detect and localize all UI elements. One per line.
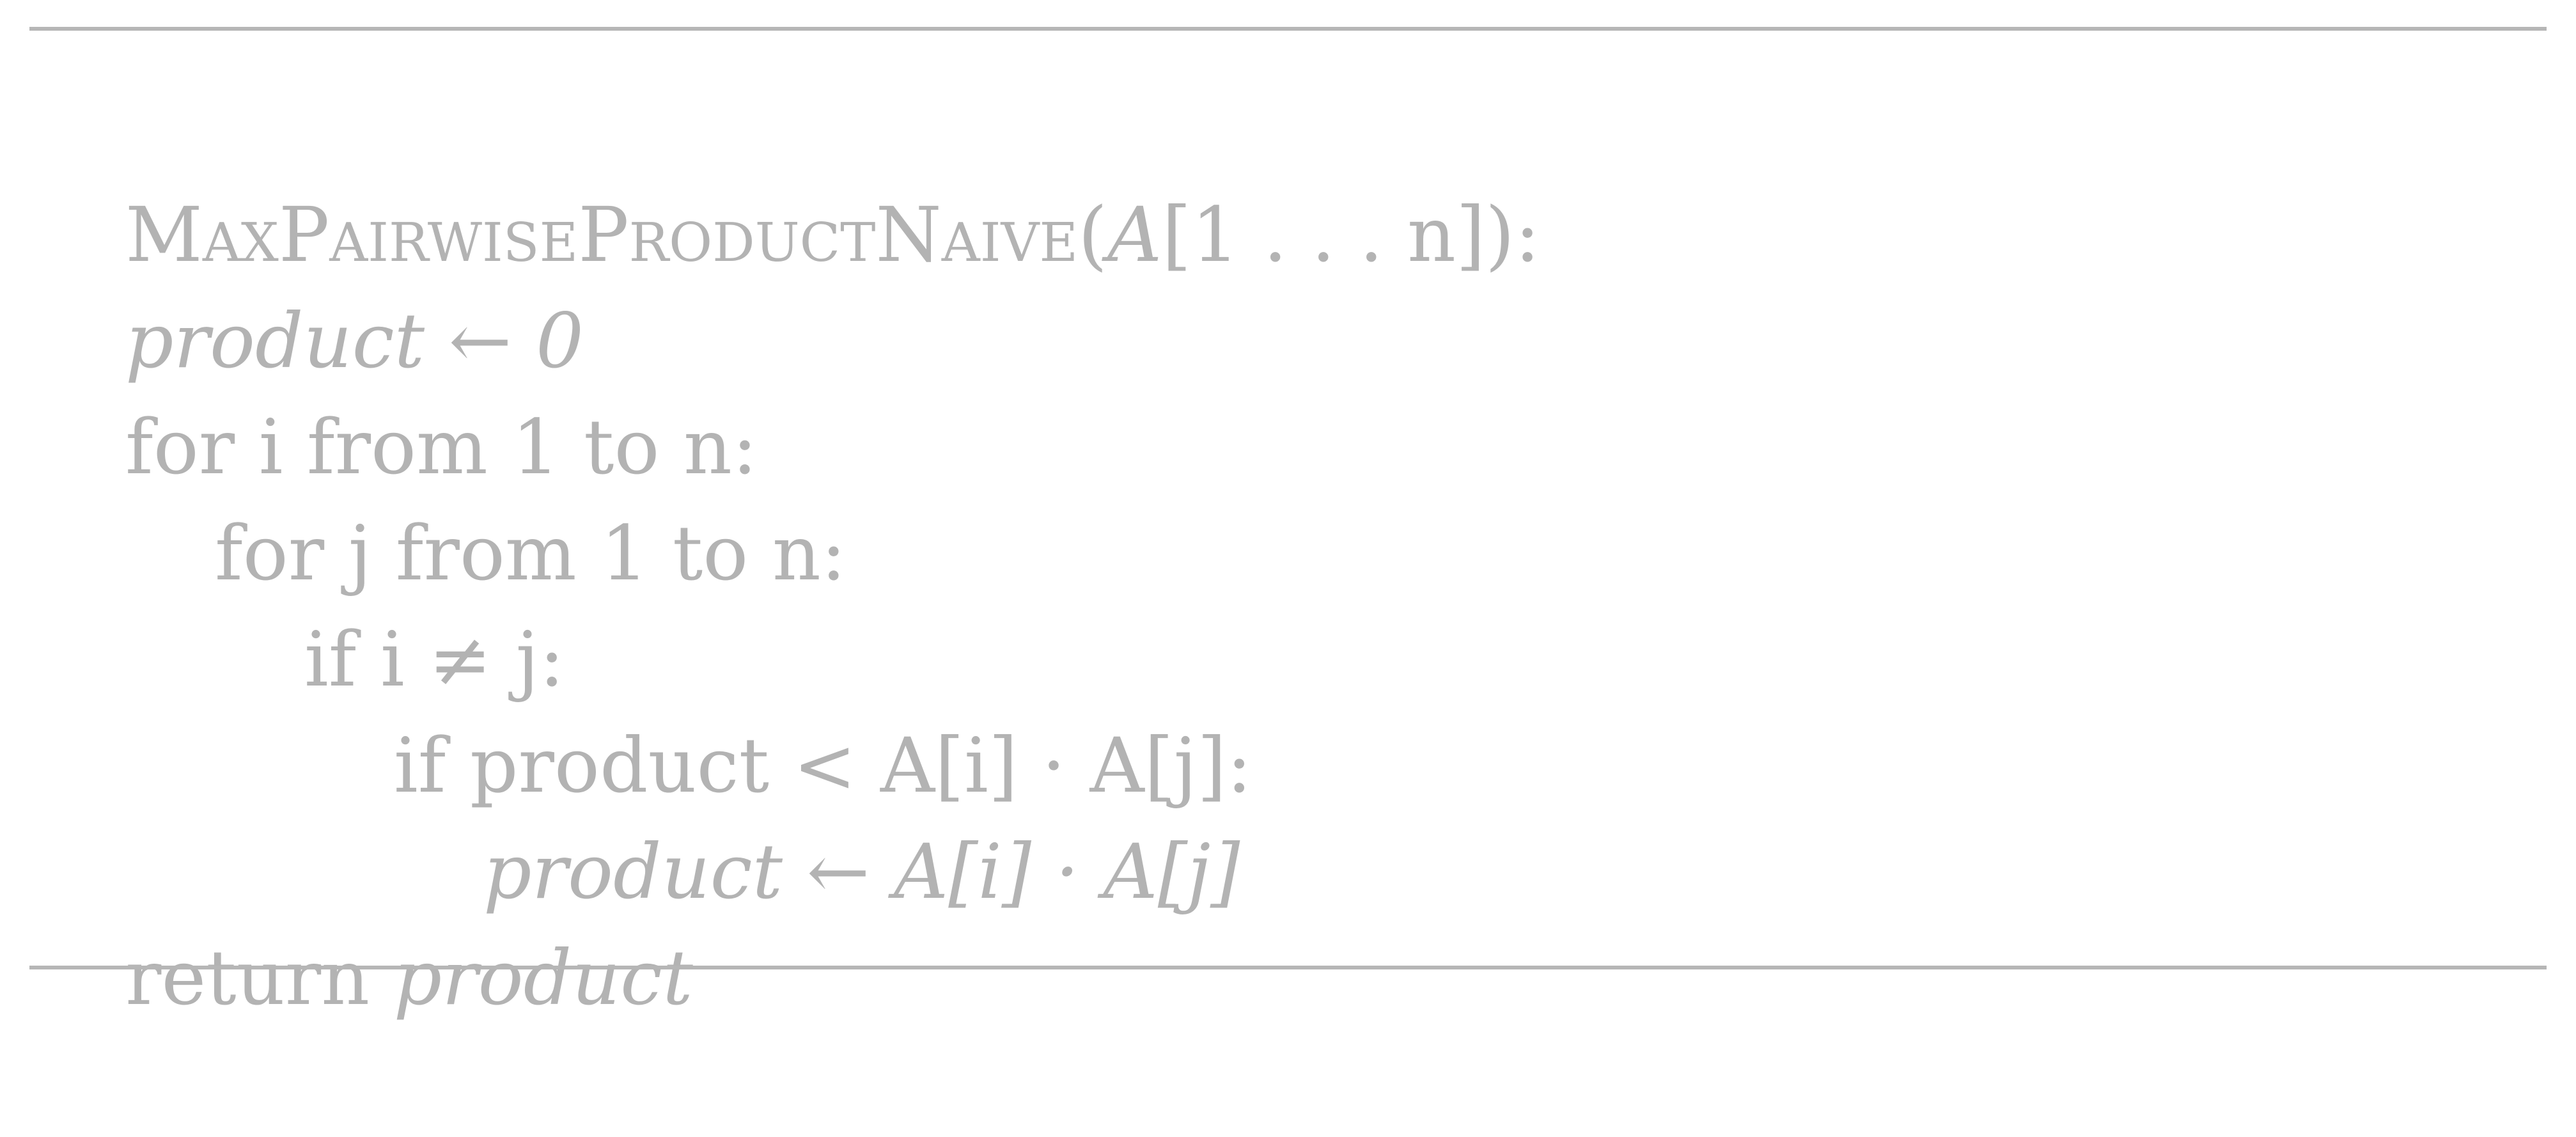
signature-range: [1 . . . n] <box>1162 191 1486 279</box>
signature-close: ): <box>1485 191 1540 279</box>
top-rule <box>29 27 2547 31</box>
algorithm-line: return product <box>29 819 693 1137</box>
signature-open: ( <box>1078 191 1108 279</box>
signature-array: A <box>1107 191 1162 279</box>
bottom-rule <box>29 966 2547 969</box>
line-expression: product <box>393 934 693 1022</box>
line-keyword: return <box>125 934 370 1022</box>
